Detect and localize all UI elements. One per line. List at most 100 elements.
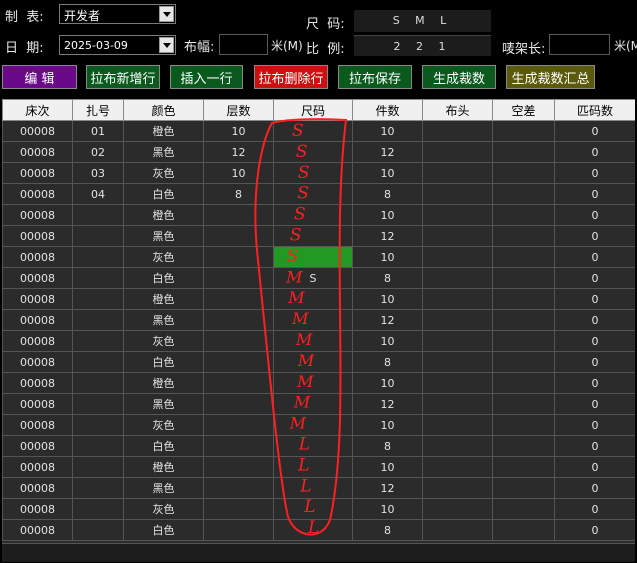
table-cell[interactable] xyxy=(72,309,124,331)
table-cell[interactable]: 0 xyxy=(554,393,635,415)
table-cell[interactable]: 0 xyxy=(554,309,635,331)
table-cell[interactable]: 04 xyxy=(72,183,124,205)
table-cell[interactable] xyxy=(72,225,124,247)
table-cell[interactable] xyxy=(72,288,124,310)
table-cell[interactable] xyxy=(72,435,124,457)
table-cell[interactable]: S xyxy=(273,267,353,289)
table-cell[interactable] xyxy=(422,267,493,289)
table-cell[interactable]: 0 xyxy=(554,351,635,373)
table-cell[interactable] xyxy=(203,435,274,457)
table-row[interactable]: 00008 04 白色 8 8 0 xyxy=(2,183,635,205)
table-cell[interactable] xyxy=(203,456,274,478)
table-cell[interactable]: 8 xyxy=(352,267,423,289)
table-cell[interactable] xyxy=(422,120,493,142)
table-cell[interactable] xyxy=(492,393,555,415)
table-cell[interactable] xyxy=(492,309,555,331)
table-cell[interactable] xyxy=(72,456,124,478)
table-cell[interactable] xyxy=(492,246,555,268)
table-cell[interactable] xyxy=(203,519,274,541)
table-cell[interactable]: 00008 xyxy=(2,309,73,331)
table-cell[interactable] xyxy=(273,120,353,142)
table-cell[interactable] xyxy=(422,435,493,457)
table-cell[interactable] xyxy=(273,456,353,478)
table-row[interactable]: 00008 橙色 10 0 xyxy=(2,204,635,226)
table-cell[interactable] xyxy=(492,477,555,499)
table-cell[interactable]: 00008 xyxy=(2,267,73,289)
table-cell[interactable]: 0 xyxy=(554,372,635,394)
table-cell[interactable]: 00008 xyxy=(2,498,73,520)
table-cell[interactable] xyxy=(422,141,493,163)
table-cell[interactable]: 黑色 xyxy=(123,141,204,163)
table-cell[interactable]: 00008 xyxy=(2,225,73,247)
table-row[interactable]: 00008 黑色 12 0 xyxy=(2,225,635,247)
table-cell[interactable] xyxy=(492,225,555,247)
table-cell[interactable] xyxy=(492,162,555,184)
column-header[interactable]: 扎号 xyxy=(72,99,124,121)
table-cell[interactable]: 白色 xyxy=(123,267,204,289)
table-cell[interactable]: 10 xyxy=(352,456,423,478)
table-cell[interactable] xyxy=(203,393,274,415)
table-cell[interactable]: 12 xyxy=(352,225,423,247)
rack-length-input[interactable] xyxy=(549,34,610,55)
table-cell[interactable] xyxy=(72,246,124,268)
table-cell[interactable] xyxy=(422,246,493,268)
table-cell[interactable] xyxy=(273,204,353,226)
table-cell[interactable]: 10 xyxy=(352,162,423,184)
table-cell[interactable] xyxy=(422,414,493,436)
table-cell[interactable] xyxy=(72,477,124,499)
table-cell[interactable]: 0 xyxy=(554,162,635,184)
table-cell[interactable]: 白色 xyxy=(123,519,204,541)
table-cell[interactable]: 0 xyxy=(554,498,635,520)
table-cell[interactable]: 0 xyxy=(554,456,635,478)
table-cell[interactable] xyxy=(203,414,274,436)
table-cell[interactable]: 0 xyxy=(554,477,635,499)
table-cell[interactable] xyxy=(273,372,353,394)
table-row[interactable]: 00008 白色 8 0 xyxy=(2,519,635,541)
table-cell[interactable]: 8 xyxy=(352,435,423,457)
table-cell[interactable]: 00008 xyxy=(2,372,73,394)
table-row[interactable]: 00008 白色 S 8 0 xyxy=(2,267,635,289)
table-cell[interactable] xyxy=(422,330,493,352)
table-row[interactable]: 00008 橙色 10 0 xyxy=(2,372,635,394)
table-cell[interactable]: 0 xyxy=(554,330,635,352)
table-cell[interactable]: 00008 xyxy=(2,246,73,268)
chevron-down-icon[interactable] xyxy=(159,37,174,53)
table-cell[interactable] xyxy=(72,393,124,415)
table-cell[interactable]: 黑色 xyxy=(123,225,204,247)
table-cell[interactable] xyxy=(72,351,124,373)
table-cell[interactable]: 0 xyxy=(554,204,635,226)
table-cell[interactable]: 灰色 xyxy=(123,330,204,352)
table-cell[interactable] xyxy=(492,288,555,310)
column-header[interactable]: 层数 xyxy=(203,99,274,121)
width-input[interactable] xyxy=(219,34,268,55)
table-cell[interactable] xyxy=(273,519,353,541)
table-cell[interactable]: 12 xyxy=(352,393,423,415)
table-row[interactable]: 00008 橙色 10 0 xyxy=(2,456,635,478)
table-cell[interactable]: 灰色 xyxy=(123,162,204,184)
table-cell[interactable] xyxy=(72,330,124,352)
edit-button[interactable]: 编 辑 xyxy=(2,65,77,89)
table-cell[interactable]: 0 xyxy=(554,225,635,247)
table-cell[interactable]: 10 xyxy=(352,246,423,268)
table-cell[interactable] xyxy=(203,225,274,247)
table-cell[interactable]: 0 xyxy=(554,519,635,541)
table-cell[interactable]: 00008 xyxy=(2,330,73,352)
table-cell[interactable]: 0 xyxy=(554,267,635,289)
table-cell[interactable]: 橙色 xyxy=(123,456,204,478)
table-cell[interactable]: 白色 xyxy=(123,435,204,457)
table-cell[interactable]: 00008 xyxy=(2,414,73,436)
table-cell[interactable] xyxy=(273,477,353,499)
table-cell[interactable]: 白色 xyxy=(123,351,204,373)
table-cell[interactable] xyxy=(203,288,274,310)
table-cell[interactable]: 12 xyxy=(352,309,423,331)
table-row[interactable]: 00008 03 灰色 10 10 0 xyxy=(2,162,635,184)
delete-row-button[interactable]: 拉布删除行 xyxy=(254,65,328,89)
insert-row-button[interactable]: 插入一行 xyxy=(170,65,243,89)
table-cell[interactable]: 12 xyxy=(352,141,423,163)
table-cell[interactable] xyxy=(72,414,124,436)
date-picker[interactable]: 2025-03-09 xyxy=(59,35,176,55)
table-cell[interactable] xyxy=(422,204,493,226)
table-cell[interactable]: 10 xyxy=(203,162,274,184)
table-cell[interactable] xyxy=(273,183,353,205)
table-cell[interactable]: 00008 xyxy=(2,435,73,457)
